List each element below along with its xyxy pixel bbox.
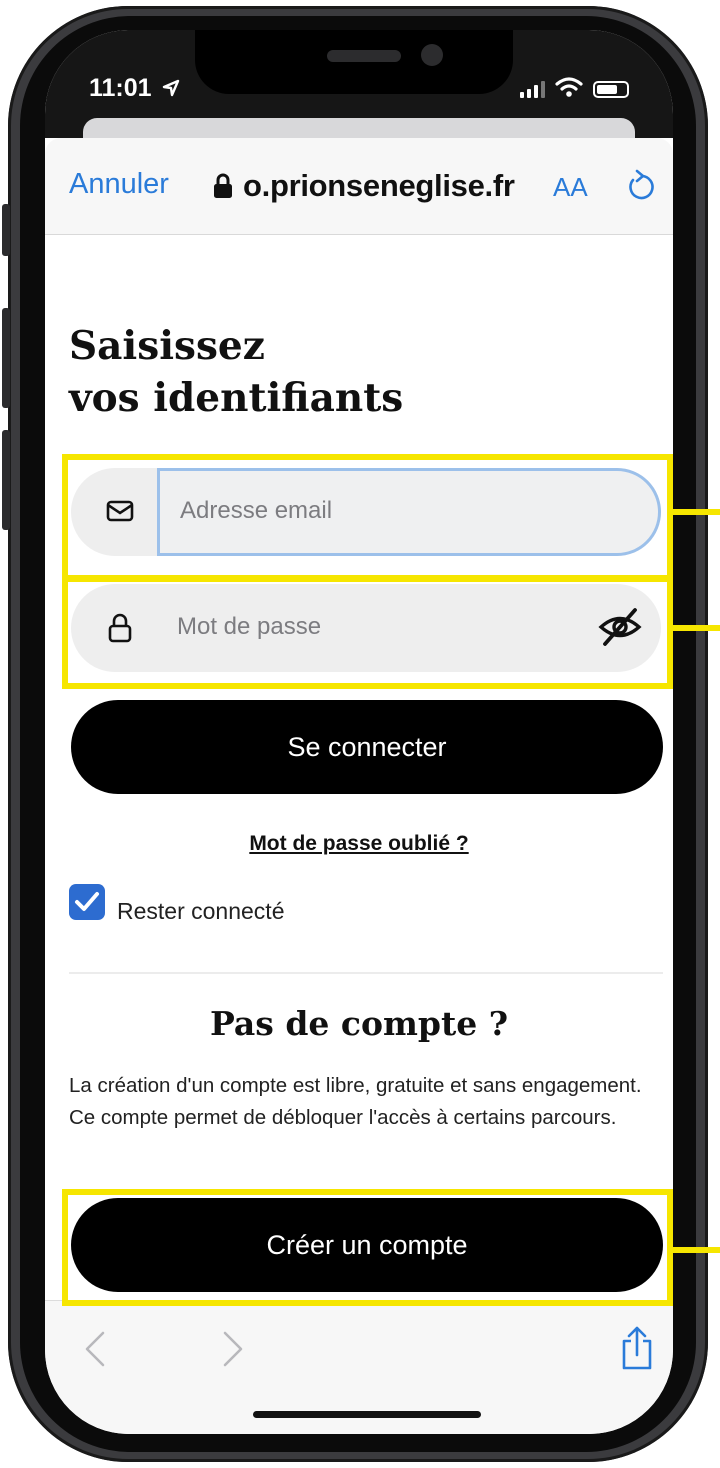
lock-icon: [214, 173, 232, 198]
home-indicator: [253, 1411, 481, 1418]
email-callout-line: [673, 509, 720, 515]
url-text: o.prionseneglise.fr: [243, 168, 515, 203]
remember-label: Rester connecté: [117, 898, 285, 924]
wifi-icon: [555, 77, 583, 97]
page-title-line2: vos identifiants: [69, 375, 404, 421]
silent-switch: [2, 204, 10, 256]
notch: [195, 30, 513, 94]
create-account-highlight: [62, 1189, 673, 1306]
speaker: [327, 50, 401, 62]
battery-icon: [593, 81, 629, 98]
location-arrow-icon: [162, 79, 179, 97]
camera: [421, 44, 443, 66]
no-account-text: La création d'un compte est libre, gratu…: [69, 1074, 642, 1129]
status-icons: [520, 76, 629, 98]
status-time: 11:01: [89, 74, 181, 103]
remember-checkbox[interactable]: [69, 884, 105, 920]
volume-up-button: [2, 308, 10, 408]
chevron-left-icon[interactable]: [83, 1329, 107, 1369]
password-highlight: [62, 576, 673, 689]
browser-nav-bar: Annuler o.prionseneglise.fr AA: [45, 138, 673, 235]
email-highlight: [62, 454, 673, 581]
url-bar[interactable]: o.prionseneglise.fr: [213, 168, 515, 204]
reload-icon[interactable]: [625, 168, 657, 204]
chevron-right-icon[interactable]: [221, 1329, 245, 1369]
cancel-button[interactable]: Annuler: [69, 168, 169, 201]
volume-down-button: [2, 430, 10, 530]
no-account-title: Pas de compte ?: [209, 1004, 509, 1043]
page-title-line1: Saisissez: [69, 323, 265, 369]
password-callout-line: [673, 625, 720, 631]
create-account-callout-line: [673, 1247, 720, 1253]
check-icon: [75, 892, 99, 911]
time-text: 11:01: [89, 74, 152, 102]
divider: [69, 972, 663, 974]
forgot-password-link[interactable]: Mot de passe oublié ?: [45, 832, 673, 856]
login-button[interactable]: Se connecter: [71, 700, 663, 794]
share-icon[interactable]: [619, 1325, 655, 1371]
browser-toolbar: [45, 1300, 673, 1434]
text-size-button[interactable]: AA: [553, 172, 588, 203]
signal-icon: [520, 78, 545, 98]
page-title: Saisissez vos identifiants: [69, 320, 649, 424]
